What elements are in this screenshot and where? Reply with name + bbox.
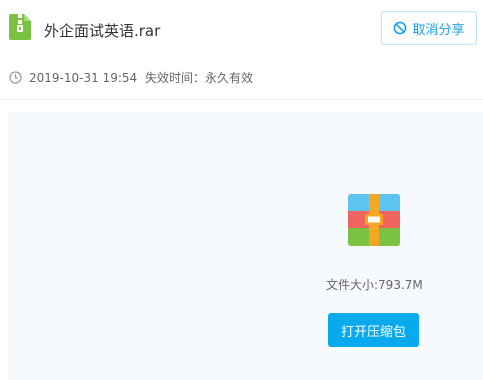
file-name: 外企面试英语.rar [44, 22, 161, 40]
share-time: 2019-10-31 19:54 [29, 71, 138, 85]
cancel-share-label: 取消分享 [412, 22, 465, 38]
clock-icon [9, 71, 22, 84]
file-preview-panel: 文件大小:793.7M 打开压缩包 [8, 112, 483, 380]
expiry-time: 失效时间：永久有效 [145, 71, 254, 85]
archive-icon [348, 194, 400, 246]
share-meta: 2019-10-31 19:54 失效时间：永久有效 [0, 62, 483, 100]
ban-icon [394, 21, 407, 35]
open-archive-button[interactable]: 打开压缩包 [328, 313, 419, 347]
cancel-share-button[interactable]: 取消分享 [381, 11, 477, 45]
file-header: 外企面试英语.rar 取消分享 [0, 0, 483, 62]
file-size: 文件大小:793.7M [326, 278, 423, 292]
zip-file-icon [9, 14, 31, 40]
share-page: 外企面试英语.rar 取消分享 2019-10-31 19:54 失效时间：永久… [0, 0, 483, 380]
